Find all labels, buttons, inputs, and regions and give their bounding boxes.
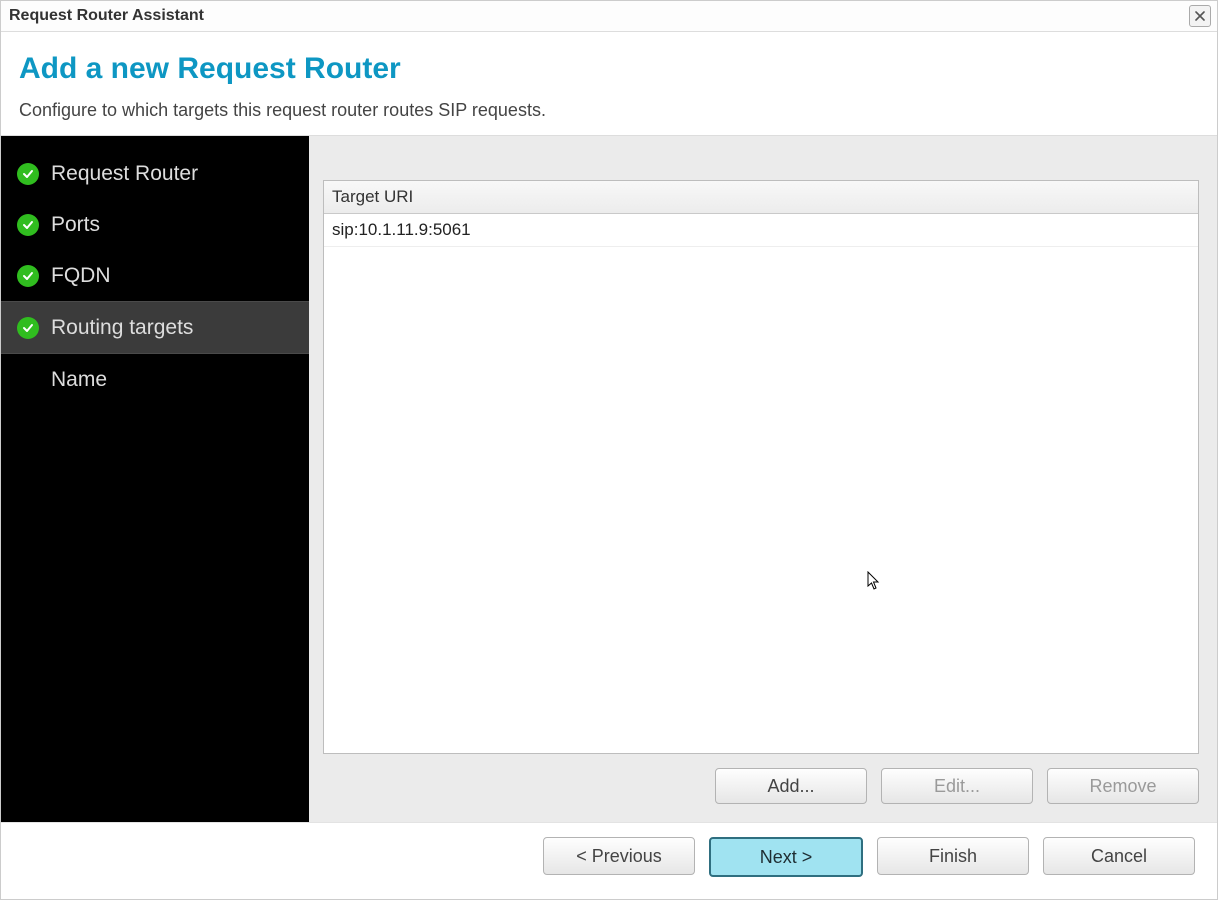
column-header-target-uri[interactable]: Target URI: [324, 181, 1198, 214]
step-label: Ports: [51, 213, 100, 237]
step-ports[interactable]: Ports: [1, 199, 309, 250]
dialog-body: Request Router Ports FQDN Routing target…: [1, 136, 1217, 822]
page-title: Add a new Request Router: [19, 52, 1199, 86]
step-name[interactable]: Name: [1, 354, 309, 405]
dialog-window: Request Router Assistant Add a new Reque…: [0, 0, 1218, 900]
step-icon-placeholder: [17, 369, 39, 391]
table-button-row: Add... Edit... Remove: [323, 768, 1199, 804]
step-label: Name: [51, 368, 107, 392]
page-subtitle: Configure to which targets this request …: [19, 100, 1199, 121]
window-title: Request Router Assistant: [7, 3, 206, 29]
step-label: Routing targets: [51, 316, 193, 340]
wizard-content: Target URI sip:10.1.11.9:5061 Add... Edi…: [309, 136, 1217, 822]
edit-button: Edit...: [881, 768, 1033, 804]
titlebar: Request Router Assistant: [1, 1, 1217, 32]
check-icon: [17, 214, 39, 236]
step-request-router[interactable]: Request Router: [1, 148, 309, 199]
finish-button[interactable]: Finish: [877, 837, 1029, 875]
close-button[interactable]: [1189, 5, 1211, 27]
add-button[interactable]: Add...: [715, 768, 867, 804]
table-row[interactable]: sip:10.1.11.9:5061: [324, 214, 1198, 247]
step-label: Request Router: [51, 162, 198, 186]
wizard-footer: < Previous Next > Finish Cancel: [1, 822, 1217, 899]
check-icon: [17, 317, 39, 339]
step-fqdn[interactable]: FQDN: [1, 250, 309, 301]
target-uri-cell: sip:10.1.11.9:5061: [332, 220, 471, 239]
remove-button: Remove: [1047, 768, 1199, 804]
check-icon: [17, 265, 39, 287]
wizard-header: Add a new Request Router Configure to wh…: [1, 32, 1217, 136]
wizard-steps-sidebar: Request Router Ports FQDN Routing target…: [1, 136, 309, 822]
cancel-button[interactable]: Cancel: [1043, 837, 1195, 875]
check-icon: [17, 163, 39, 185]
next-button[interactable]: Next >: [709, 837, 863, 877]
previous-button[interactable]: < Previous: [543, 837, 695, 875]
step-routing-targets[interactable]: Routing targets: [1, 301, 309, 354]
targets-table[interactable]: Target URI sip:10.1.11.9:5061: [323, 180, 1199, 754]
step-label: FQDN: [51, 264, 111, 288]
close-icon: [1195, 11, 1205, 21]
